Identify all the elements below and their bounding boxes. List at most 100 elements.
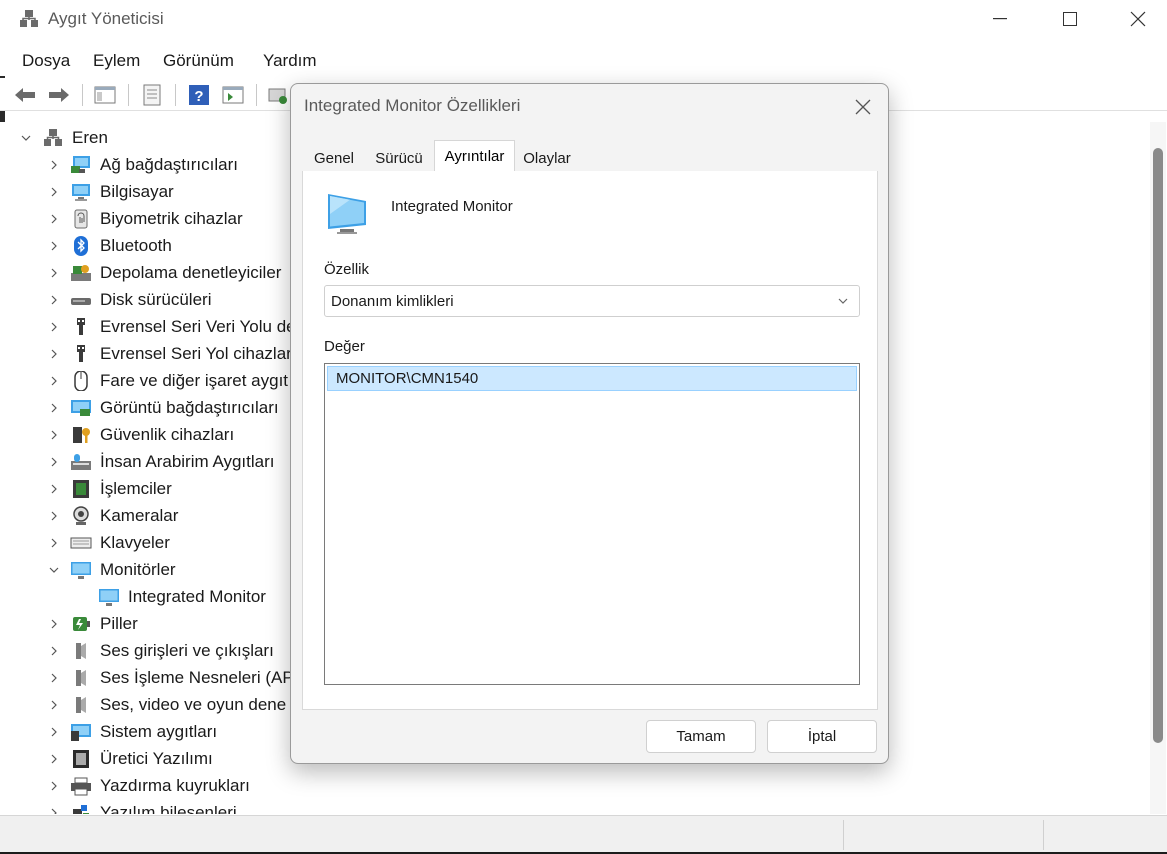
chevron-right-icon[interactable] bbox=[48, 349, 60, 359]
tree-item[interactable]: Integrated Monitor bbox=[98, 583, 266, 610]
tree-item[interactable]: Ses girişleri ve çıkışları bbox=[48, 637, 274, 664]
tree-item[interactable]: Güvenlik cihazları bbox=[48, 421, 234, 448]
speaker-icon bbox=[70, 695, 92, 715]
tree-item[interactable]: Depolama denetleyiciler bbox=[48, 259, 281, 286]
chevron-right-icon[interactable] bbox=[48, 754, 60, 764]
chevron-down-icon[interactable] bbox=[20, 134, 32, 142]
monitor-icon bbox=[70, 560, 92, 580]
tree-item-label: Ses girişleri ve çıkışları bbox=[100, 640, 274, 660]
tree-item[interactable]: Ağ bağdaştırıcıları bbox=[48, 151, 238, 178]
dialog-close-button[interactable] bbox=[843, 92, 883, 122]
close-button[interactable] bbox=[1103, 0, 1167, 38]
security-device-icon bbox=[70, 425, 92, 445]
tree-item[interactable]: Sistem aygıtları bbox=[48, 718, 217, 745]
chevron-right-icon[interactable] bbox=[48, 727, 60, 737]
maximize-button[interactable] bbox=[1035, 0, 1105, 38]
help-icon[interactable]: ? bbox=[186, 83, 212, 107]
chevron-right-icon[interactable] bbox=[48, 700, 60, 710]
tree-item[interactable]: Bilgisayar bbox=[48, 178, 174, 205]
network-adapter-icon bbox=[70, 155, 92, 175]
status-bar bbox=[0, 815, 1167, 852]
back-arrow-icon[interactable] bbox=[12, 83, 38, 107]
chevron-right-icon[interactable] bbox=[48, 808, 60, 814]
console-tree-icon[interactable] bbox=[92, 83, 118, 107]
chevron-right-icon[interactable] bbox=[48, 538, 60, 548]
display-adapter-icon bbox=[70, 398, 92, 418]
chevron-down-icon[interactable] bbox=[48, 566, 60, 574]
tree-item-label: Fare ve diğer işaret aygıt bbox=[100, 370, 289, 390]
keyboard-icon bbox=[70, 533, 92, 553]
tree-item[interactable]: Ses, video ve oyun dene bbox=[48, 691, 286, 718]
chevron-right-icon[interactable] bbox=[48, 484, 60, 494]
vertical-scrollbar[interactable] bbox=[1150, 122, 1166, 814]
scrollbar-thumb[interactable] bbox=[1153, 148, 1163, 743]
menu-action[interactable]: Eylem bbox=[93, 51, 140, 71]
menu-file[interactable]: Dosya bbox=[22, 51, 70, 71]
tree-item[interactable]: Piller bbox=[48, 610, 138, 637]
tree-item[interactable]: Üretici Yazılımı bbox=[48, 745, 213, 772]
chevron-right-icon[interactable] bbox=[48, 322, 60, 332]
chevron-right-icon[interactable] bbox=[48, 187, 60, 197]
value-list-item[interactable]: MONITOR\CMN1540 bbox=[327, 366, 857, 391]
tree-item[interactable]: İnsan Arabirim Aygıtları bbox=[48, 448, 275, 475]
minimize-button[interactable] bbox=[965, 0, 1035, 38]
chevron-right-icon[interactable] bbox=[48, 376, 60, 386]
tree-item[interactable]: Yazılım bileşenleri bbox=[48, 799, 237, 814]
chevron-right-icon[interactable] bbox=[48, 511, 60, 521]
tree-item[interactable]: Disk sürücüleri bbox=[48, 286, 211, 313]
status-divider bbox=[843, 820, 844, 850]
tree-item[interactable]: Ses İşleme Nesneleri (APO bbox=[48, 664, 307, 691]
tree-item[interactable]: Monitörler bbox=[48, 556, 176, 583]
tab-driver[interactable]: Sürücü bbox=[371, 145, 427, 171]
tree-item-label: Biyometrik cihazlar bbox=[100, 208, 243, 228]
chevron-right-icon[interactable] bbox=[48, 619, 60, 629]
forward-arrow-icon[interactable] bbox=[46, 83, 72, 107]
tab-general[interactable]: Genel bbox=[308, 145, 360, 171]
ok-button[interactable]: Tamam bbox=[646, 720, 756, 753]
menu-view[interactable]: Görünüm bbox=[163, 51, 234, 71]
chevron-right-icon[interactable] bbox=[48, 673, 60, 683]
tree-item-label: Disk sürücüleri bbox=[100, 289, 212, 309]
cancel-button[interactable]: İptal bbox=[767, 720, 877, 753]
tree-item[interactable]: Bluetooth bbox=[48, 232, 172, 259]
properties-icon[interactable] bbox=[139, 83, 165, 107]
menu-help[interactable]: Yardım bbox=[263, 51, 317, 71]
chevron-right-icon[interactable] bbox=[48, 160, 60, 170]
chevron-right-icon[interactable] bbox=[48, 214, 60, 224]
scan-hardware-icon[interactable] bbox=[265, 83, 291, 107]
tree-item-label: Güvenlik cihazları bbox=[100, 424, 235, 444]
chevron-right-icon[interactable] bbox=[48, 295, 60, 305]
speaker-icon bbox=[70, 668, 92, 688]
action-pane-icon[interactable] bbox=[220, 83, 246, 107]
tree-item[interactable]: Kameralar bbox=[48, 502, 178, 529]
property-dropdown[interactable]: Donanım kimlikleri bbox=[324, 285, 860, 317]
tree-item[interactable]: Evrensel Seri Yol cihazlar bbox=[48, 340, 292, 367]
tree-item[interactable]: Görüntü bağdaştırıcıları bbox=[48, 394, 279, 421]
tree-item[interactable]: Evrensel Seri Veri Yolu de bbox=[48, 313, 296, 340]
chevron-right-icon[interactable] bbox=[48, 268, 60, 278]
tree-item-label: İşlemciler bbox=[100, 478, 172, 498]
tree-item[interactable]: İşlemciler bbox=[48, 475, 172, 502]
tree-item-label: Integrated Monitor bbox=[128, 586, 266, 606]
toolbar-divider bbox=[256, 84, 257, 106]
chevron-right-icon[interactable] bbox=[48, 646, 60, 656]
tree-root[interactable]: Eren bbox=[20, 124, 108, 151]
chevron-right-icon[interactable] bbox=[48, 403, 60, 413]
value-list[interactable]: MONITOR\CMN1540 bbox=[324, 363, 860, 685]
tree-item[interactable]: Yazdırma kuyrukları bbox=[48, 772, 250, 799]
computer-icon bbox=[70, 182, 92, 202]
chevron-right-icon[interactable] bbox=[48, 781, 60, 791]
tree-item-label: İnsan Arabirim Aygıtları bbox=[100, 451, 275, 471]
tree-item-label: Üretici Yazılımı bbox=[100, 748, 213, 768]
tab-events[interactable]: Olaylar bbox=[519, 145, 575, 171]
chevron-right-icon[interactable] bbox=[48, 457, 60, 467]
tree-item-label: Yazılım bileşenleri bbox=[100, 802, 237, 815]
chevron-right-icon[interactable] bbox=[48, 430, 60, 440]
chevron-right-icon[interactable] bbox=[48, 241, 60, 251]
tree-item[interactable]: Fare ve diğer işaret aygıt bbox=[48, 367, 288, 394]
svg-text:?: ? bbox=[194, 88, 203, 105]
tab-details[interactable]: Ayrıntılar bbox=[434, 140, 515, 172]
tree-item[interactable]: Biyometrik cihazlar bbox=[48, 205, 243, 232]
tree-item-label: Ses İşleme Nesneleri (APO bbox=[100, 667, 307, 687]
tree-item[interactable]: Klavyeler bbox=[48, 529, 170, 556]
